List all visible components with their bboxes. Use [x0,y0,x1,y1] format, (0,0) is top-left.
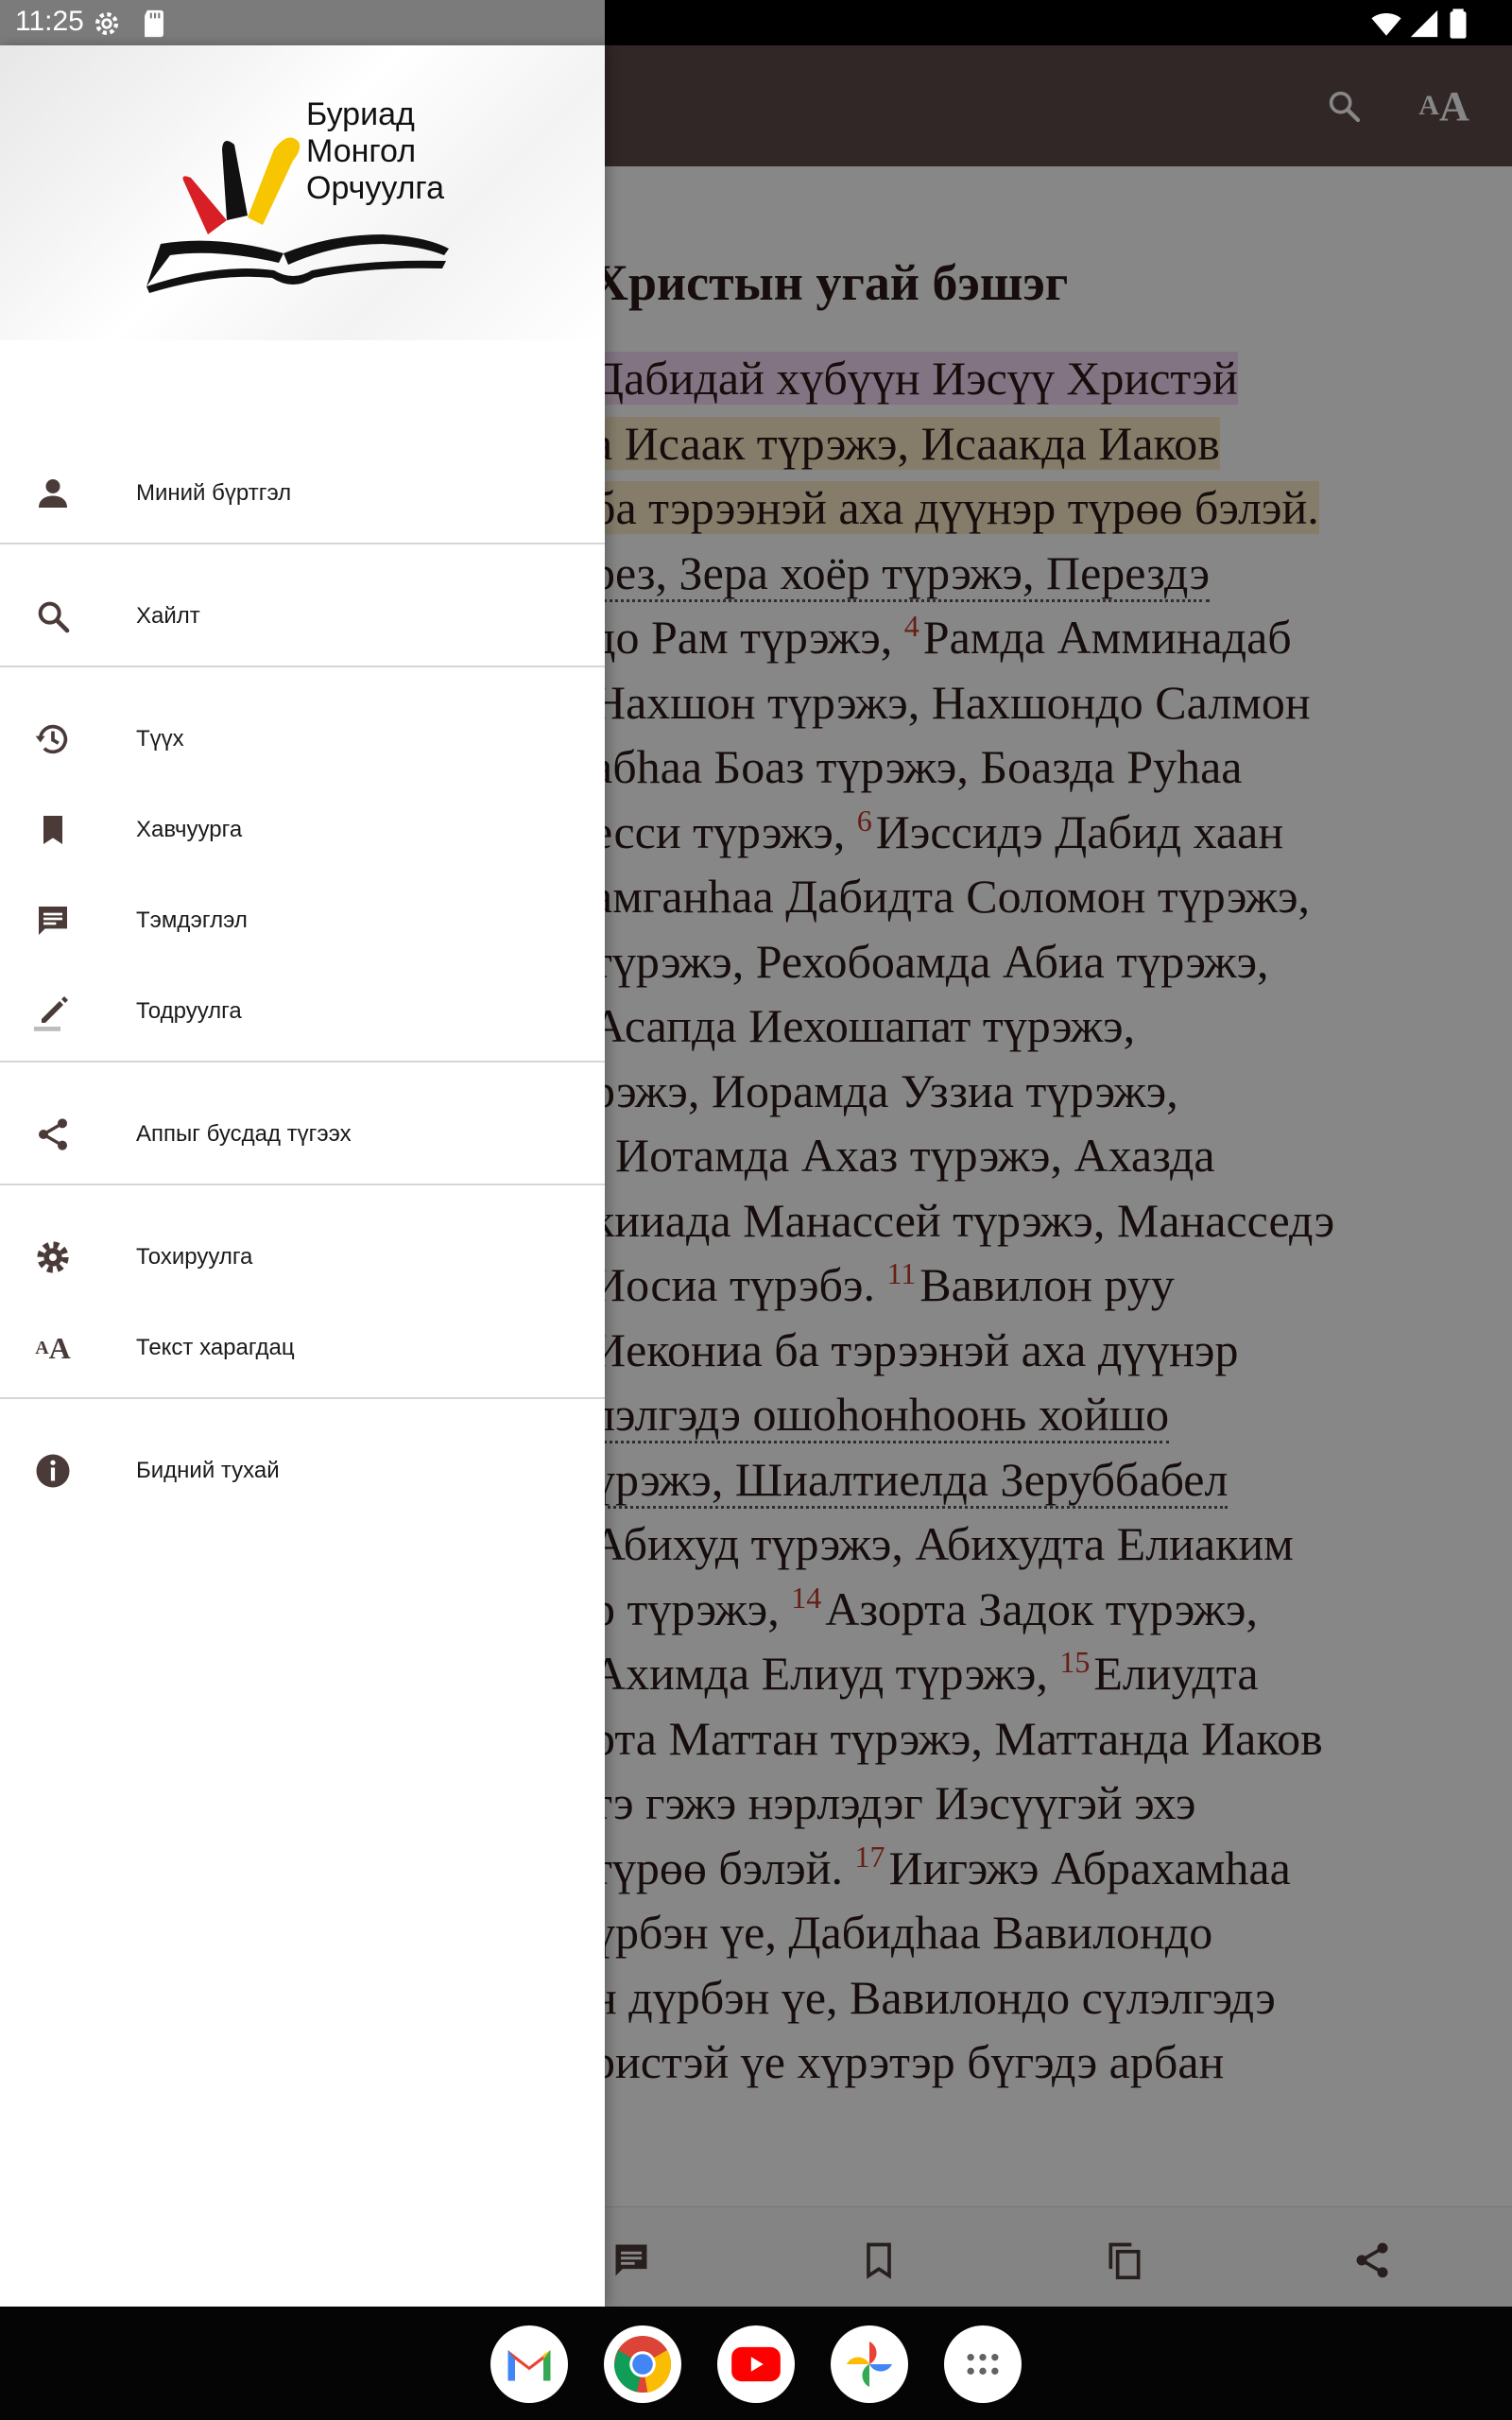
navigation-drawer: Буриад Монгол Орчуулга Миний бүртгэл Хай… [0,45,605,2307]
settings-icon [30,1235,76,1280]
photos-icon[interactable] [831,2325,908,2403]
status-time: 11:25 [15,6,84,37]
menu-item-bookmarks[interactable]: Хавчуурга [0,785,605,875]
battery-icon [1442,8,1474,40]
menu-label: Текст харагдац [136,1335,295,1360]
menu-divider [0,1061,605,1063]
bookmark-icon [30,807,76,853]
menu-item-highlights[interactable]: Тодруулга [0,966,605,1057]
menu-divider [0,666,605,667]
chrome-icon[interactable] [604,2325,681,2403]
highlight-pen-icon [30,989,76,1034]
menu-item-settings[interactable]: Тохируулга [0,1212,605,1303]
menu-item-search[interactable]: Хайлт [0,571,605,662]
menu-label: Хайлт [136,603,200,629]
menu-label: Тохируулга [136,1244,253,1270]
logo-text: Буриад Монгол Орчуулга [306,96,444,206]
taskbar-dock [0,2307,1512,2420]
menu-item-notes[interactable]: Тэмдэглэл [0,875,605,966]
status-bar: 11:25 [0,0,1512,45]
menu-item-about[interactable]: Бидний тухай [0,1426,605,1516]
menu-label: Түүх [136,726,184,752]
note-icon [30,898,76,943]
menu-label: Тэмдэглэл [136,908,248,933]
text-size-icon: AA [35,1330,71,1365]
drawer-header: Буриад Монгол Орчуулга [0,45,605,340]
menu-label: Тодруулга [136,998,242,1024]
menu-label: Аппыг бусдад түгээх [136,1121,352,1147]
menu-label: Миний бүртгэл [136,480,292,506]
sd-card-icon [138,8,170,40]
menu-label: Бидний тухай [136,1458,280,1483]
wifi-icon [1370,8,1402,40]
menu-item-text-appearance[interactable]: AA Текст харагдац [0,1303,605,1393]
youtube-icon[interactable] [717,2325,795,2403]
menu-label: Хавчуурга [136,817,243,842]
menu-divider [0,1397,605,1399]
history-icon [30,717,76,762]
info-icon [30,1448,76,1494]
menu-item-my-account[interactable]: Миний бүртгэл [0,448,605,539]
menu-item-share-app[interactable]: Аппыг бусдад түгээх [0,1089,605,1180]
search-icon [30,594,76,639]
share-icon [30,1112,76,1157]
app-drawer-icon[interactable] [944,2325,1022,2403]
settings-icon [91,8,123,40]
menu-item-history[interactable]: Түүх [0,694,605,785]
menu-divider [0,1184,605,1185]
signal-icon [1408,8,1440,40]
person-icon [30,471,76,516]
gmail-icon[interactable] [490,2325,568,2403]
menu-divider [0,543,605,544]
